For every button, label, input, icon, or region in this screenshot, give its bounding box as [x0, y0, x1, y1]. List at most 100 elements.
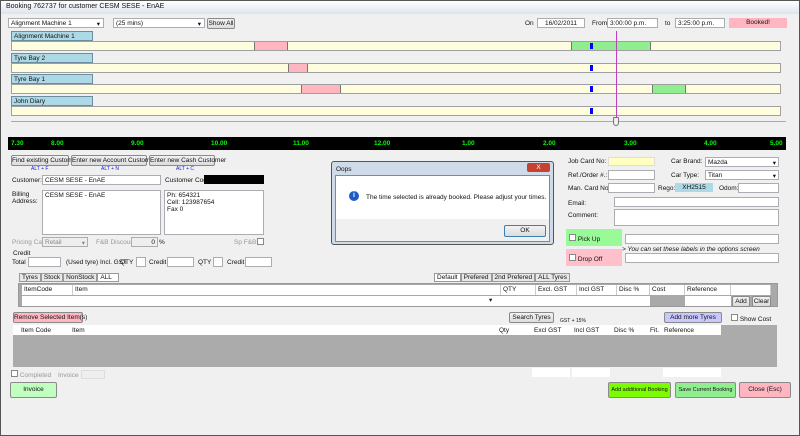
- tab-default[interactable]: Default: [434, 273, 461, 282]
- time-slider-thumb[interactable]: [613, 117, 619, 126]
- show-cost-checkbox[interactable]: [731, 314, 738, 321]
- dropoff-checkbox[interactable]: [569, 254, 576, 261]
- schedule-bar[interactable]: [11, 106, 781, 116]
- credit-field[interactable]: [167, 257, 194, 267]
- chevron-down-icon: ▾: [197, 21, 201, 28]
- schedule-bar[interactable]: [11, 84, 781, 94]
- email-field[interactable]: [614, 197, 779, 207]
- chevron-down-icon[interactable]: ▾: [489, 296, 492, 304]
- chevron-down-icon: ▾: [96, 21, 100, 28]
- price-tabs: Default Prefered 2nd Prefered ALL Tyres: [434, 273, 571, 282]
- entry-row[interactable]: [22, 296, 650, 306]
- shortcut-hint: ALT + F: [31, 166, 49, 172]
- invoice-button[interactable]: Invoice: [10, 382, 57, 398]
- column-header: Qty: [499, 327, 510, 334]
- new-cash-customer-button[interactable]: Enter new Cash Customer: [149, 155, 226, 166]
- car-brand-select[interactable]: Mazda ▾: [705, 157, 779, 167]
- man-card-field[interactable]: [608, 183, 655, 193]
- fb-discount-field[interactable]: 0: [131, 237, 158, 247]
- completed-toggle[interactable]: Completed: [11, 370, 51, 379]
- show-cost-toggle[interactable]: Show Cost: [731, 314, 771, 323]
- to-time-field[interactable]: 3:25:00 p.m.: [675, 18, 725, 28]
- date-field[interactable]: 16/02/2011: [537, 18, 585, 28]
- resource-label[interactable]: Tyre Bay 1: [11, 74, 93, 84]
- completed-checkbox[interactable]: [11, 370, 18, 377]
- invoice-number-field[interactable]: [81, 370, 105, 379]
- credit-field[interactable]: [245, 257, 272, 267]
- credit-group-label: Credit: [13, 250, 31, 257]
- show-all-button[interactable]: Show All: [207, 18, 235, 29]
- tick-label: 4.00: [704, 140, 717, 147]
- items-grid[interactable]: Item Code Item Qty Excl GST Incl GST Dis…: [13, 325, 777, 367]
- pickup-toggle[interactable]: Pick Up: [566, 229, 622, 246]
- add-additional-booking-button[interactable]: Add additional Booking: [608, 382, 671, 398]
- tab-nonstock[interactable]: NonStock: [63, 273, 98, 282]
- free-slot[interactable]: [571, 42, 651, 50]
- fax: Fax 0: [167, 206, 184, 213]
- booked-slot[interactable]: [254, 42, 288, 50]
- column-header: ItemCode: [22, 285, 73, 295]
- tab-tyres[interactable]: Tyres: [19, 273, 41, 282]
- qty-field[interactable]: [136, 257, 146, 267]
- booked-slot[interactable]: [301, 85, 341, 93]
- find-customer-button[interactable]: Find existing Customer: [11, 155, 78, 166]
- ref-order-field[interactable]: [608, 170, 655, 180]
- schedule-bar[interactable]: [11, 63, 781, 73]
- qty-field[interactable]: [213, 257, 223, 267]
- ok-button[interactable]: OK: [504, 225, 546, 237]
- billing-address-field[interactable]: CESM SESE - EnAE: [42, 190, 161, 235]
- pricing-category-label: Pricing Cat:: [12, 239, 46, 246]
- tab-prefered[interactable]: Prefered: [460, 273, 492, 282]
- tab-2nd-prefered[interactable]: 2nd Prefered: [491, 273, 536, 282]
- resource-select[interactable]: Alignment Machine 1 ▾: [8, 18, 104, 28]
- schedule-bar[interactable]: [11, 41, 781, 51]
- to-label: to: [665, 20, 671, 27]
- credit-total-field[interactable]: [28, 257, 61, 267]
- new-account-customer-button[interactable]: Enter new Account Customer: [71, 155, 156, 166]
- sp-fb-checkbox[interactable]: [257, 238, 264, 245]
- pickup-label: Pick Up: [577, 236, 601, 243]
- resource-label[interactable]: John Diary: [11, 96, 93, 106]
- search-tyres-button[interactable]: Search Tyres: [509, 312, 554, 323]
- item-entry-grid[interactable]: ItemCode Item QTY Excl. GST Incl GST Dis…: [18, 283, 778, 307]
- add-item-button[interactable]: Add: [732, 296, 750, 307]
- tab-all-tyres[interactable]: ALL Tyres: [535, 273, 571, 282]
- reference-cell[interactable]: [685, 296, 731, 306]
- tab-stock[interactable]: Stock: [40, 273, 64, 282]
- booked-slot[interactable]: [288, 64, 308, 72]
- credit-label: Credit: [227, 259, 245, 266]
- customer-code-field[interactable]: [204, 175, 264, 184]
- free-slot[interactable]: [652, 85, 686, 93]
- resource-label[interactable]: Tyre Bay 2: [11, 53, 93, 63]
- pickup-field[interactable]: [625, 234, 779, 244]
- pricing-category-select[interactable]: Retail ▾: [42, 237, 88, 247]
- clear-item-button[interactable]: Clear: [752, 296, 771, 307]
- duration-select[interactable]: (25 mins) ▾: [113, 18, 205, 28]
- pickup-checkbox[interactable]: [569, 234, 576, 241]
- status-badge: Booked!: [729, 18, 787, 28]
- close-button[interactable]: Close (Esc): [739, 382, 791, 398]
- dropoff-toggle[interactable]: Drop Off: [566, 249, 622, 266]
- dropoff-field[interactable]: [625, 253, 779, 263]
- resource-label[interactable]: Alignment Machine 1: [11, 31, 93, 41]
- save-booking-button[interactable]: Save Current Booking: [675, 382, 736, 398]
- comment-field[interactable]: [614, 209, 779, 226]
- car-type-select[interactable]: Titan ▾: [705, 170, 779, 180]
- from-time-field[interactable]: 3:00:00 p.m.: [607, 18, 658, 28]
- current-marker: [590, 108, 593, 114]
- odom-field[interactable]: [738, 183, 779, 193]
- tab-all[interactable]: ALL: [97, 273, 120, 282]
- time-slider-track[interactable]: [11, 121, 786, 122]
- dialog-close-button[interactable]: X: [527, 163, 550, 172]
- add-more-tyres-button[interactable]: Add more Tyres: [664, 312, 722, 323]
- completed-label: Completed: [19, 372, 52, 379]
- car-brand-label: Car Brand:: [671, 158, 703, 165]
- column-header: Item Code: [21, 327, 51, 334]
- show-cost-label: Show Cost: [739, 316, 772, 323]
- column-header: Excl. GST: [536, 285, 577, 295]
- remove-selected-button[interactable]: Remove Selected Item(s): [13, 312, 87, 323]
- chevron-down-icon: ▾: [81, 240, 85, 247]
- customer-field[interactable]: CESM SESE - EnAE: [42, 175, 161, 185]
- job-card-field[interactable]: [608, 157, 655, 166]
- rego-field[interactable]: XH2515: [675, 183, 713, 192]
